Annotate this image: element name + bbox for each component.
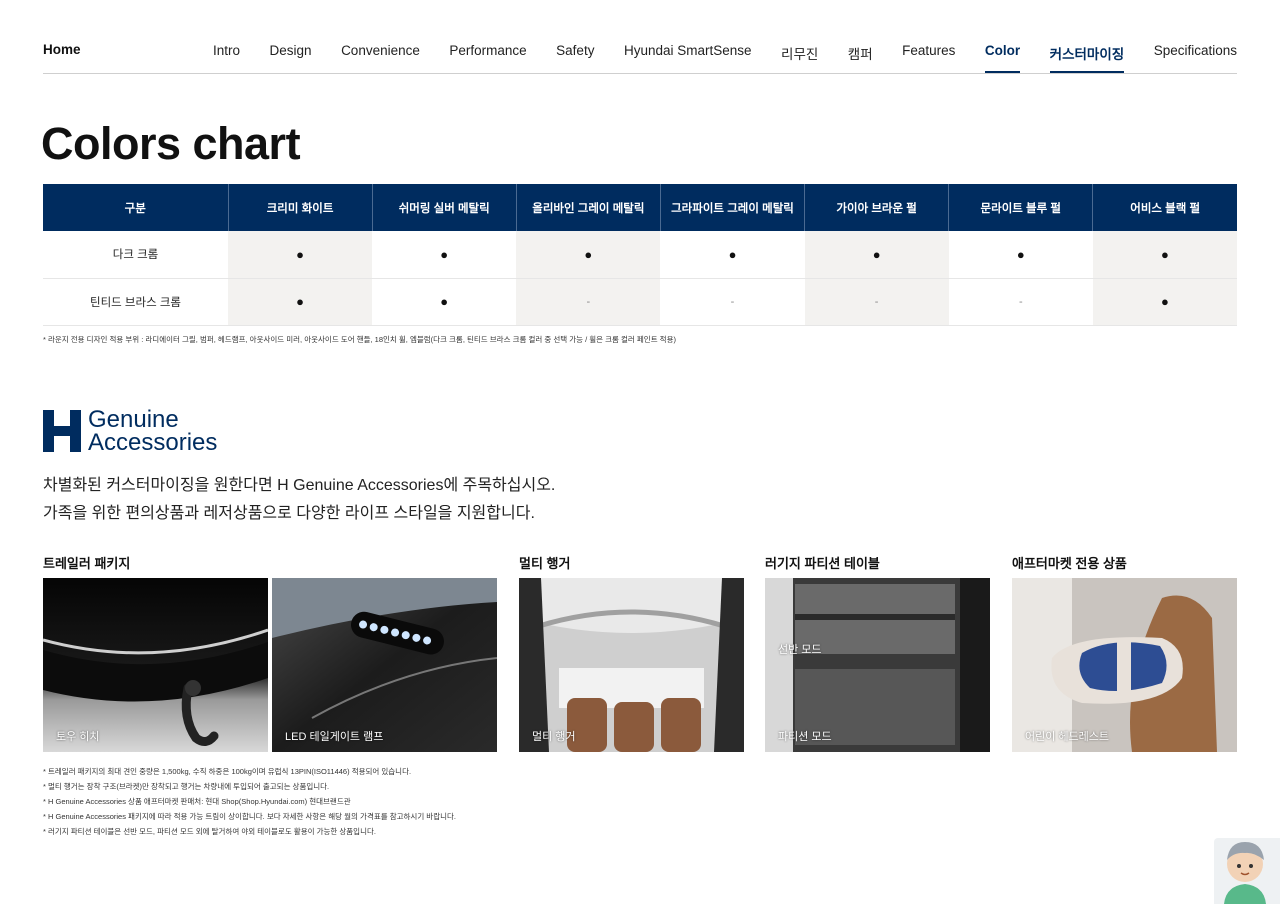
category-title-aftermarket: 애프터마켓 전용 상품 xyxy=(1012,556,1127,571)
nav-item-performance[interactable]: Performance xyxy=(449,43,526,73)
table-row: 다크 크롬 ● ● ● ● ● ● ● xyxy=(43,231,1237,279)
multi-hanger-photo xyxy=(519,578,744,752)
nav-item-limousine[interactable]: 리무진 xyxy=(781,43,818,73)
table-row: 틴티드 브라스 크롬 ● ● - - - - ● xyxy=(43,278,1237,326)
accessories-intro: 차별화된 커스터마이징을 원한다면 H Genuine Accessories에… xyxy=(43,472,555,528)
intro-line-2: 가족을 위한 편의상품과 레저상품으로 다양한 라이프 스타일을 지원합니다. xyxy=(43,505,535,522)
availability-cell: ● xyxy=(1092,278,1237,326)
tow-hitch-caption: 토우 히치 xyxy=(56,731,100,743)
multi-hanger-image[interactable]: 멀티 행거 xyxy=(519,578,744,752)
column-header: 어비스 블랙 펄 xyxy=(1092,184,1237,231)
nav-item-design[interactable]: Design xyxy=(270,43,312,73)
chatbot-mascot-button[interactable] xyxy=(1214,838,1280,904)
availability-cell: - xyxy=(660,278,805,326)
row-label: 다크 크롬 xyxy=(43,231,228,279)
column-header: 문라이트 블루 펄 xyxy=(948,184,1093,231)
chart-footnote: * 라운지 전용 디자인 적용 부위 : 라디에이터 그릴, 범퍼, 헤드램프,… xyxy=(43,335,676,344)
genuine-accessories-logo: Genuine Accessories xyxy=(43,406,243,456)
table-header-row: 구분 크리미 화이트 쉬머링 실버 메탈릭 올리바인 그레이 메탈릭 그라파이트… xyxy=(43,184,1237,231)
nav-item-color[interactable]: Color xyxy=(984,43,1021,73)
category-title-trailer: 트레일러 패키지 xyxy=(43,556,131,571)
availability-cell: ● xyxy=(660,231,805,279)
availability-cell: ● xyxy=(804,231,949,279)
kids-headrest-caption: 어린이 헤드레스트 xyxy=(1025,731,1110,743)
availability-cell: ● xyxy=(228,278,373,326)
footnote: * 러기지 파티션 테이블은 선반 모드, 파티션 모드 외에 탈거하여 야외 … xyxy=(43,827,376,836)
nav-item-specifications[interactable]: Specifications xyxy=(1154,43,1237,73)
led-tailgate-lamp-image[interactable]: LED 테일게이트 램프 xyxy=(272,578,497,752)
mascot-icon xyxy=(1224,842,1266,904)
availability-cell: ● xyxy=(228,231,373,279)
column-header: 구분 xyxy=(43,184,228,231)
logo-line-2: Accessories xyxy=(88,429,218,456)
shelf-mode-image[interactable]: 선반 모드 xyxy=(765,578,990,665)
partition-mode-image[interactable]: 파티션 모드 xyxy=(765,665,990,752)
column-header: 가이아 브라운 펄 xyxy=(804,184,949,231)
category-title-hanger: 멀티 행거 xyxy=(519,556,571,571)
kids-headrest-photo xyxy=(1012,578,1237,752)
tow-hitch-image[interactable]: 토우 히치 xyxy=(43,578,268,752)
availability-cell: - xyxy=(516,278,661,326)
nav-items: Intro Design Convenience Performance Saf… xyxy=(184,43,1237,73)
availability-cell: ● xyxy=(516,231,661,279)
nav-item-camper[interactable]: 캠퍼 xyxy=(848,43,873,73)
availability-cell: ● xyxy=(372,231,517,279)
footnote: * H Genuine Accessories 패키지에 따라 적용 가능 트림… xyxy=(43,812,456,821)
footnote: * 멀티 행거는 장착 구조(브라켓)만 장착되고 행거는 차량내에 투입되어 … xyxy=(43,782,330,791)
nav-item-intro[interactable]: Intro xyxy=(213,43,240,73)
multi-hanger-caption: 멀티 행거 xyxy=(532,731,576,743)
availability-cell: ● xyxy=(948,231,1093,279)
top-navigation: Home Intro Design Convenience Performanc… xyxy=(43,30,1237,74)
intro-line-1: 차별화된 커스터마이징을 원한다면 H Genuine Accessories에… xyxy=(43,477,556,494)
shelf-mode-caption: 선반 모드 xyxy=(778,644,822,656)
column-header: 올리바인 그레이 메탈릭 xyxy=(515,184,661,231)
column-header: 그라파이트 그레이 메탈릭 xyxy=(659,184,805,231)
logo-wordmark: Genuine Accessories xyxy=(88,406,218,456)
column-header: 쉬머링 실버 메탈릭 xyxy=(371,184,517,231)
footnote: * 트레일러 패키지의 최대 견인 중량은 1,500kg, 수직 하중은 10… xyxy=(43,767,412,776)
nav-item-features[interactable]: Features xyxy=(902,43,955,73)
led-lamp-caption: LED 테일게이트 램프 xyxy=(285,731,384,743)
nav-home-link[interactable]: Home xyxy=(43,42,81,57)
nav-item-customizing[interactable]: 커스터마이징 xyxy=(1049,43,1124,73)
availability-cell: ● xyxy=(372,278,517,326)
colors-chart-table: 구분 크리미 화이트 쉬머링 실버 메탈릭 올리바인 그레이 메탈릭 그라파이트… xyxy=(43,184,1237,326)
availability-cell: - xyxy=(804,278,949,326)
accessories-footnotes: * 트레일러 패키지의 최대 견인 중량은 1,500kg, 수직 하중은 10… xyxy=(43,764,456,839)
logo-line-1: Genuine xyxy=(88,406,179,433)
tow-hitch-photo xyxy=(43,578,268,752)
page-title: Colors chart xyxy=(41,118,301,169)
kids-headrest-image[interactable]: 어린이 헤드레스트 xyxy=(1012,578,1237,752)
h-logo-icon xyxy=(43,410,81,452)
partition-mode-caption: 파티션 모드 xyxy=(778,731,832,743)
availability-cell: ● xyxy=(1092,231,1237,279)
footnote: * H Genuine Accessories 상품 애프터마켓 판매처: 현대… xyxy=(43,797,351,806)
category-title-luggage: 러기지 파티션 테이블 xyxy=(765,556,880,571)
column-header: 크리미 화이트 xyxy=(227,184,373,231)
nav-item-convenience[interactable]: Convenience xyxy=(341,43,420,73)
nav-item-safety[interactable]: Safety xyxy=(556,43,594,73)
led-lamp-photo xyxy=(272,578,497,752)
nav-item-smartsense[interactable]: Hyundai SmartSense xyxy=(624,43,752,73)
availability-cell: - xyxy=(948,278,1093,326)
row-label: 틴티드 브라스 크롬 xyxy=(43,278,228,326)
